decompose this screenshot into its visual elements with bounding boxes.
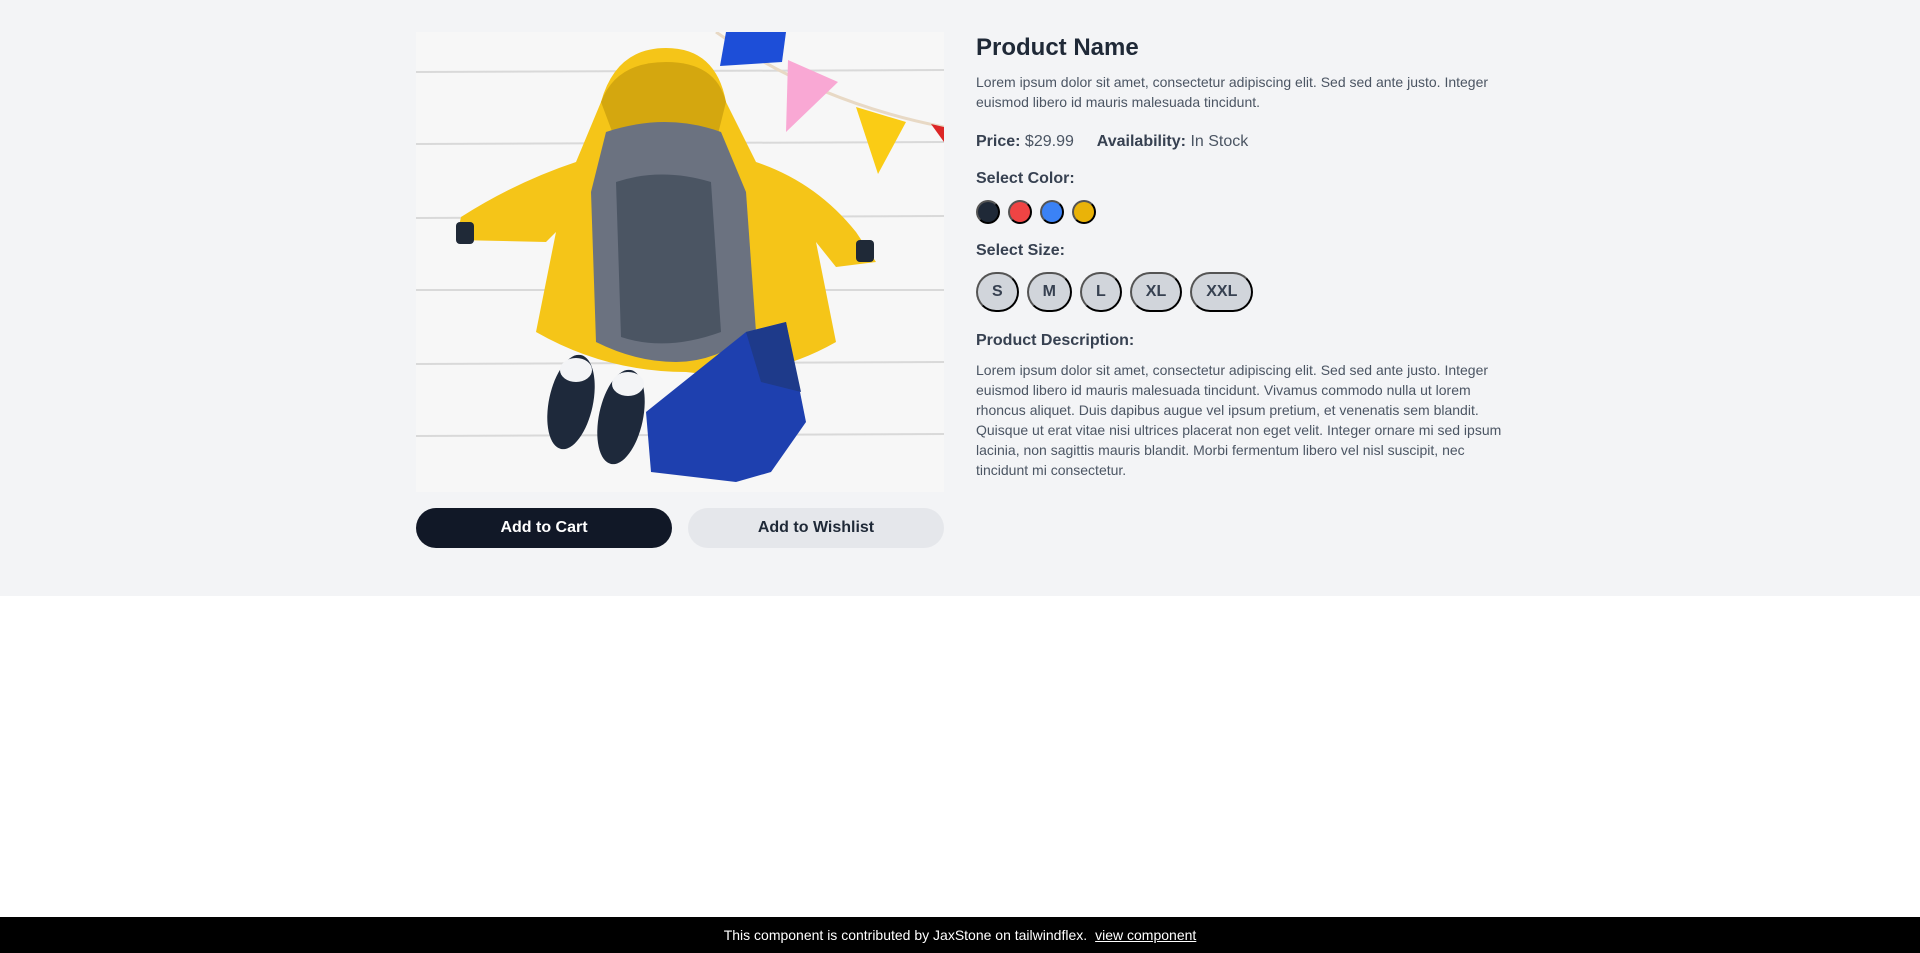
size-option-s[interactable]: S	[976, 272, 1019, 312]
price-value: $29.99	[1024, 133, 1074, 150]
availability-label: Availability:	[1096, 133, 1186, 150]
product-photo-illustration	[416, 32, 944, 492]
color-options	[976, 200, 1096, 224]
product-summary: Lorem ipsum dolor sit amet, consectetur …	[976, 74, 1489, 110]
attribution-footer: This component is contributed by JaxSton…	[0, 917, 1920, 953]
view-component-link[interactable]: view component	[1095, 927, 1196, 943]
product-description: Lorem ipsum dolor sit amet, consectetur …	[976, 362, 1502, 478]
product-container: Add to Cart Add to Wishlist Product Name…	[416, 32, 1504, 552]
product-title: Product Name	[976, 34, 1139, 61]
size-option-l[interactable]: L	[1080, 272, 1122, 312]
size-option-m[interactable]: M	[1026, 272, 1072, 312]
size-options: S M L XL XXL	[976, 272, 1254, 312]
add-to-wishlist-button[interactable]: Add to Wishlist	[688, 508, 944, 548]
size-option-xxl[interactable]: XXL	[1190, 272, 1254, 312]
price-label: Price:	[976, 133, 1021, 150]
color-swatch[interactable]	[1072, 200, 1096, 224]
product-description-label: Product Description:	[976, 332, 1135, 349]
price-availability-row: Price: $29.99 Availability: In Stock	[976, 130, 1248, 154]
availability-value: In Stock	[1190, 133, 1249, 150]
add-to-cart-button[interactable]: Add to Cart	[416, 508, 672, 548]
select-color-label: Select Color:	[976, 170, 1075, 187]
color-swatch[interactable]	[1008, 200, 1032, 224]
color-swatch[interactable]	[976, 200, 1000, 224]
size-option-xl[interactable]: XL	[1129, 272, 1183, 312]
select-size-label: Select Size:	[976, 242, 1065, 259]
product-section: Add to Cart Add to Wishlist Product Name…	[0, 0, 1920, 596]
color-swatch[interactable]	[1040, 200, 1064, 224]
product-image	[416, 32, 944, 492]
attribution-text: This component is contributed by JaxSton…	[723, 927, 1088, 943]
